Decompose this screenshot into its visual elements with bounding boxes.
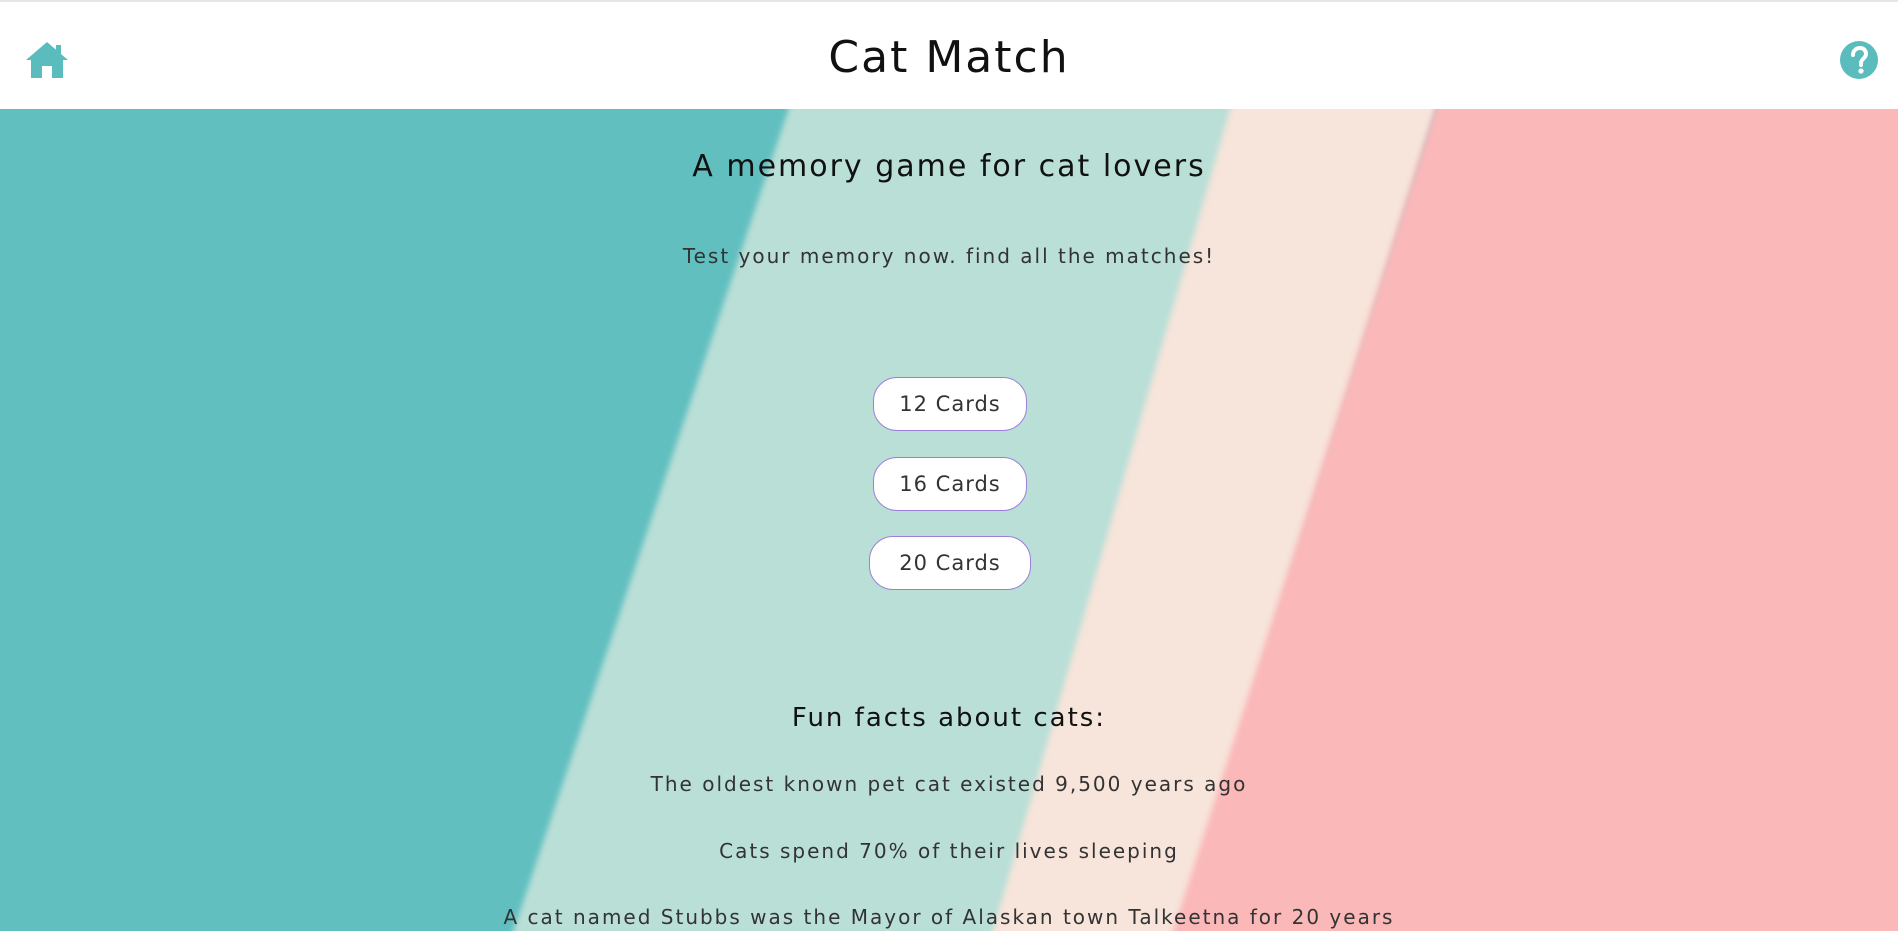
tagline: Test your memory now. find all the match… bbox=[682, 244, 1216, 268]
navbar: Cat Match bbox=[0, 2, 1898, 109]
subtitle: A memory game for cat lovers bbox=[692, 149, 1206, 184]
help-button[interactable] bbox=[1839, 40, 1879, 80]
facts-heading: Fun facts about cats: bbox=[791, 703, 1107, 733]
fact-item: The oldest known pet cat existed 9,500 y… bbox=[650, 772, 1248, 796]
question-circle-icon bbox=[1840, 41, 1878, 79]
fact-item: Cats spend 70% of their lives sleeping bbox=[719, 839, 1179, 863]
12-cards-button[interactable]: 12 Cards bbox=[873, 377, 1027, 431]
fact-item: A cat named Stubbs was the Mayor of Alas… bbox=[503, 905, 1395, 929]
20-cards-button[interactable]: 20 Cards bbox=[869, 536, 1031, 590]
page: Cat Match A memory game for cat lovers T… bbox=[0, 0, 1898, 931]
site-title: Cat Match bbox=[828, 32, 1070, 83]
main-content: A memory game for cat lovers Test your m… bbox=[0, 109, 1898, 931]
16-cards-button[interactable]: 16 Cards bbox=[873, 457, 1027, 511]
